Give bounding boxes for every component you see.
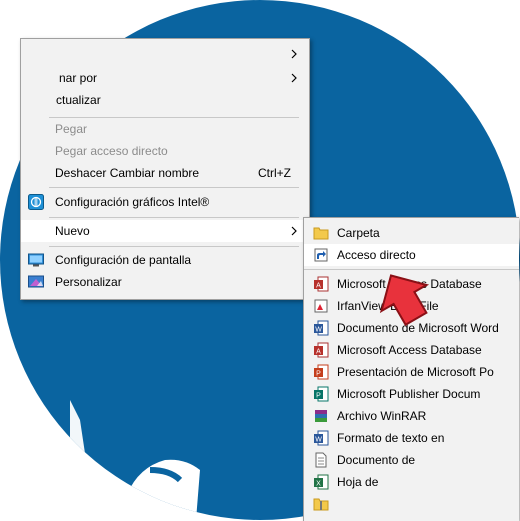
publisher-icon: P	[314, 386, 329, 402]
menu-item-ver[interactable]	[21, 43, 309, 65]
menu-item-pegar[interactable]: Pegar	[21, 118, 309, 140]
chevron-right-icon	[291, 226, 297, 236]
folder-icon	[313, 227, 329, 240]
menu-item-actualizar[interactable]: ctualizar	[21, 89, 309, 111]
chevron-right-icon	[291, 73, 297, 83]
submenu-item-excel[interactable]: X Hoja de	[304, 471, 519, 493]
personalize-icon	[28, 275, 44, 288]
desktop-context-menu: nar por ctualizar Pegar Pegar acceso dir…	[20, 38, 310, 300]
menu-item-ordenar-por[interactable]: nar por	[21, 67, 309, 89]
shortcut-icon	[314, 248, 328, 262]
powerpoint-icon: P	[314, 364, 329, 380]
new-submenu: Carpeta Acceso directo A Microsoft Acces…	[303, 217, 519, 521]
menu-separator	[304, 269, 519, 270]
svg-text:P: P	[316, 393, 321, 400]
menu-item-intel-graphics[interactable]: Configuración gráficos Intel®	[21, 191, 309, 213]
submenu-item-carpeta[interactable]: Carpeta	[304, 222, 519, 244]
menu-separator	[49, 187, 299, 188]
submenu-item-zip[interactable]	[304, 493, 519, 515]
submenu-item-publisher[interactable]: P Microsoft Publisher Docum	[304, 383, 519, 405]
svg-text:X: X	[316, 481, 321, 488]
svg-text:A: A	[316, 283, 321, 290]
svg-text:W: W	[315, 327, 322, 334]
menu-separator	[49, 217, 299, 218]
menu-item-nuevo[interactable]: Nuevo	[21, 220, 309, 242]
submenu-item-access-database-2[interactable]: A Microsoft Access Database	[304, 339, 519, 361]
submenu-item-winrar[interactable]: Archivo WinRAR	[304, 405, 519, 427]
access-database-icon: A	[314, 276, 329, 292]
text-document-icon	[315, 452, 327, 468]
shortcut-label: Ctrl+Z	[258, 166, 291, 180]
word-document-icon: W	[314, 320, 329, 336]
menu-item-pegar-acceso-directo[interactable]: Pegar acceso directo	[21, 140, 309, 162]
submenu-item-word-document[interactable]: W Documento de Microsoft Word	[304, 317, 519, 339]
submenu-item-text-document[interactable]: Documento de	[304, 449, 519, 471]
svg-text:A: A	[316, 349, 321, 356]
display-settings-icon	[28, 253, 44, 267]
submenu-item-acceso-directo[interactable]: Acceso directo	[304, 244, 519, 266]
menu-separator	[49, 246, 299, 247]
excel-icon: X	[314, 474, 329, 490]
submenu-item-rich-text[interactable]: W Formato de texto en	[304, 427, 519, 449]
compressed-folder-icon	[313, 498, 329, 511]
submenu-item-irfanview-bmp[interactable]: IrfanView BMP File	[304, 295, 519, 317]
menu-item-configuracion-pantalla[interactable]: Configuración de pantalla	[21, 249, 309, 271]
access-database-icon: A	[314, 342, 329, 358]
intel-graphics-icon	[28, 194, 44, 210]
svg-text:W: W	[315, 437, 322, 444]
chevron-right-icon	[291, 49, 297, 59]
submenu-item-powerpoint[interactable]: P Presentación de Microsoft Po	[304, 361, 519, 383]
rich-text-document-icon: W	[314, 430, 329, 446]
winrar-icon	[315, 410, 327, 422]
svg-text:P: P	[316, 371, 321, 378]
submenu-item-access-database[interactable]: A Microsoft Access Database	[304, 273, 519, 295]
irfanview-icon	[314, 299, 328, 313]
menu-item-deshacer[interactable]: Deshacer Cambiar nombre Ctrl+Z	[21, 162, 309, 184]
menu-item-personalizar[interactable]: Personalizar	[21, 271, 309, 293]
